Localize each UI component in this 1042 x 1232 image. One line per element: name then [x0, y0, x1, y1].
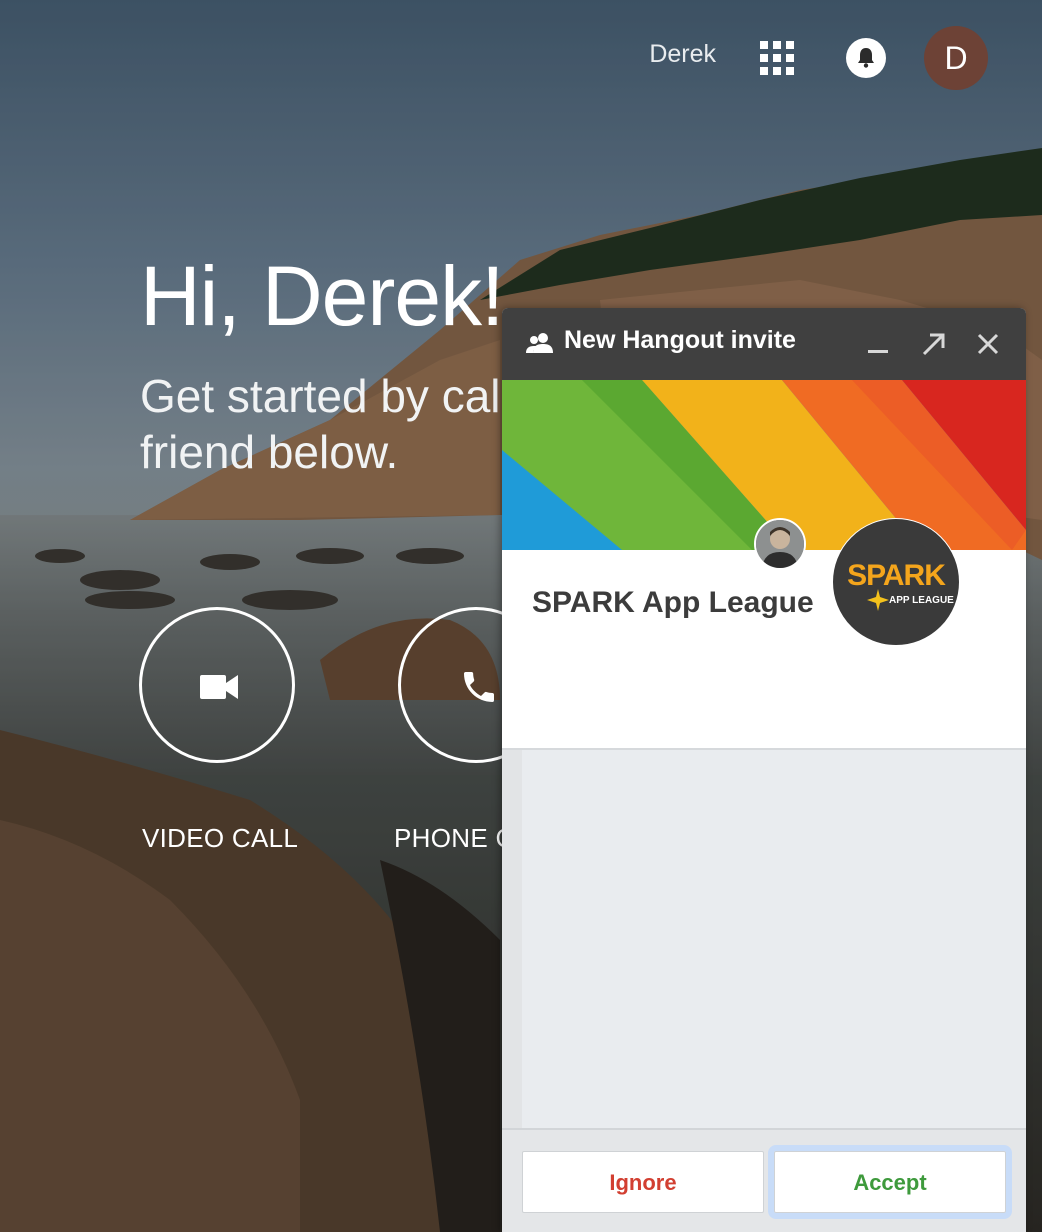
video-call-label[interactable]: VIDEO CALL: [142, 823, 298, 854]
accept-button[interactable]: Accept: [768, 1145, 1012, 1219]
invite-title: New Hangout invite: [564, 326, 796, 354]
apps-grid-icon[interactable]: [760, 41, 794, 75]
people-icon: [526, 333, 553, 353]
minimize-icon[interactable]: [864, 330, 892, 358]
group-logo-wordmark: SPARK: [847, 559, 946, 592]
bell-icon: [858, 48, 874, 68]
video-call-button[interactable]: [139, 607, 295, 763]
hangout-invite-window: New Hangout invite SPARK APP LEAGUE SPAR…: [502, 308, 1026, 1232]
ignore-button[interactable]: Ignore: [522, 1151, 764, 1213]
invite-group-name: SPARK App League: [532, 586, 814, 619]
spark-star-icon: [867, 589, 889, 611]
account-avatar[interactable]: D: [924, 26, 988, 90]
messages-scroll-rail: [502, 750, 522, 1128]
account-name[interactable]: Derek: [600, 40, 716, 69]
messages-area: [522, 750, 1026, 1128]
greeting-heading: Hi, Derek!: [140, 249, 504, 343]
popout-icon[interactable]: [920, 330, 948, 358]
video-camera-icon: [200, 675, 238, 699]
invite-header: New Hangout invite: [502, 308, 1026, 380]
close-icon[interactable]: [974, 330, 1002, 358]
phone-icon: [464, 672, 494, 702]
notifications-button[interactable]: [846, 38, 886, 78]
sender-avatar: [754, 518, 806, 570]
group-logo: SPARK APP LEAGUE: [832, 518, 960, 646]
group-logo-subtext: APP LEAGUE: [889, 595, 954, 606]
